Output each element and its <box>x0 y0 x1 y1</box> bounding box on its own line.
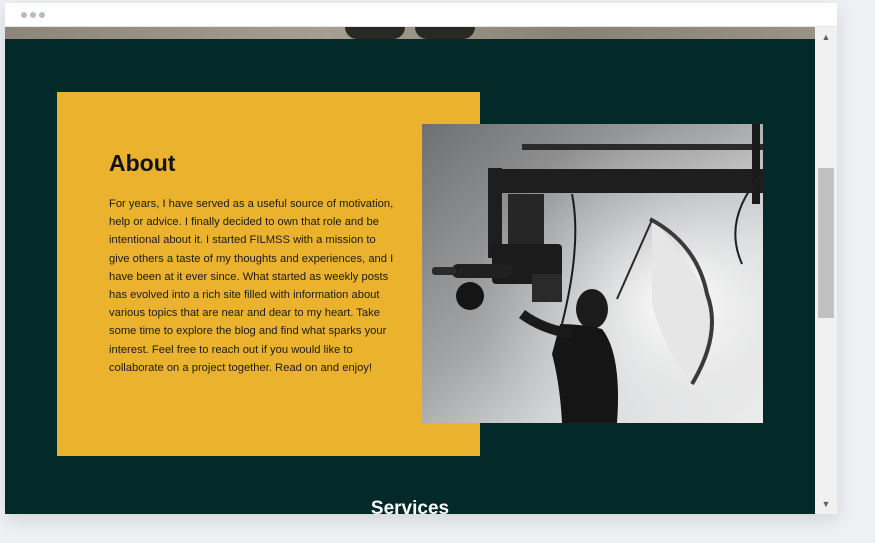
dot <box>21 12 27 18</box>
dot <box>30 12 36 18</box>
hero-image-bottom <box>5 27 815 39</box>
about-body: For years, I have served as a useful sou… <box>109 198 394 374</box>
camera-operator-photo <box>422 124 763 423</box>
about-card: About For years, I have served as a usef… <box>57 92 480 456</box>
about-title: About <box>109 150 176 176</box>
title-bar <box>5 3 837 27</box>
scroll-up-icon[interactable]: ▲ <box>815 27 837 47</box>
services-heading: Services <box>370 498 450 514</box>
page-viewport[interactable]: About For years, I have served as a usef… <box>5 27 815 514</box>
vertical-scrollbar[interactable]: ▲ ▼ <box>815 27 837 514</box>
hero-shape <box>345 27 405 39</box>
hero-shape <box>415 27 475 39</box>
browser-window: About For years, I have served as a usef… <box>5 3 837 514</box>
window-dots-icon[interactable] <box>21 12 45 18</box>
scroll-down-icon[interactable]: ▼ <box>815 494 837 514</box>
scroll-thumb[interactable] <box>818 168 834 318</box>
dot <box>39 12 45 18</box>
